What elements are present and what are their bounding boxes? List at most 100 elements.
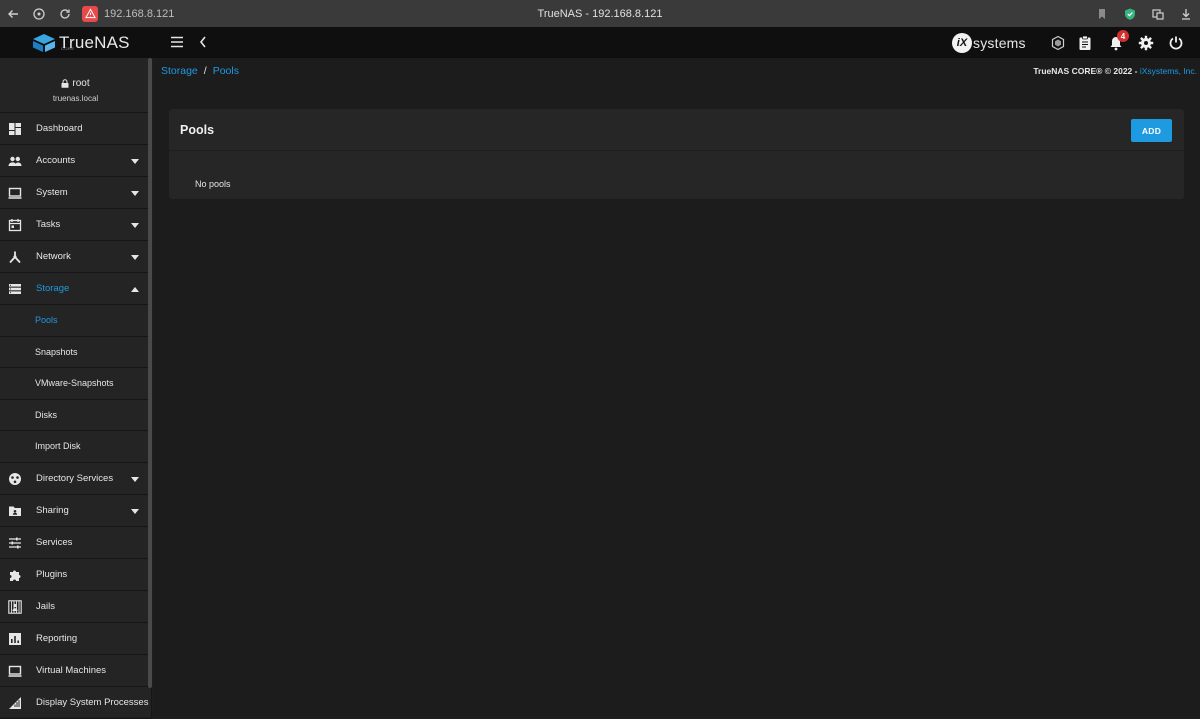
caret-down-icon bbox=[131, 191, 139, 196]
logo-subtitle: CORE bbox=[61, 46, 75, 51]
menu-icon[interactable] bbox=[170, 36, 184, 48]
copyright-text: TrueNAS CORE® © 2022 - bbox=[1033, 66, 1140, 76]
sidebar-item-label: System bbox=[36, 187, 68, 198]
sidebar-item-sharing[interactable]: Sharing bbox=[0, 495, 151, 527]
reload-icon[interactable] bbox=[52, 0, 78, 27]
power-icon[interactable] bbox=[1168, 35, 1184, 51]
empty-state-text: No pools bbox=[195, 179, 231, 189]
sidebar-item-dashboard[interactable]: Dashboard bbox=[0, 113, 151, 145]
ixsystems-logo[interactable]: iX systems bbox=[952, 33, 1026, 53]
app-topbar: TrueNAS CORE iX systems bbox=[0, 27, 1200, 58]
sidebar-item-accounts[interactable]: Accounts bbox=[0, 145, 151, 177]
jail-icon bbox=[8, 599, 22, 614]
sidebar-item-label: Directory Services bbox=[36, 472, 114, 484]
laptop-icon bbox=[8, 665, 22, 677]
tune-icon bbox=[9, 537, 21, 548]
main-content: Storage / Pools TrueNAS CORE® © 2022 - i… bbox=[153, 58, 1200, 717]
notification-badge: 4 bbox=[1117, 30, 1129, 42]
sidebar-item-tasks[interactable]: Tasks bbox=[0, 209, 151, 241]
back-arrow-icon[interactable] bbox=[0, 0, 26, 27]
sidebar-item-label: Jails bbox=[36, 600, 56, 612]
processes-icon bbox=[9, 696, 21, 709]
dashboard-icon bbox=[9, 123, 21, 135]
subitem-label: Snapshots bbox=[35, 346, 78, 357]
subitem-label: Pools bbox=[35, 315, 58, 325]
sidebar: root truenas.local Dashboard Accounts Sy… bbox=[0, 58, 152, 719]
folder-share-icon bbox=[9, 506, 21, 516]
sidebar-item-network[interactable]: Network bbox=[0, 241, 151, 273]
sidebar-item-virtual-machines[interactable]: Virtual Machines bbox=[0, 655, 151, 687]
browser-right-controls bbox=[1088, 0, 1200, 27]
sidebar-scrollbar[interactable] bbox=[148, 58, 152, 688]
sidebar-item-services[interactable]: Services bbox=[0, 527, 151, 559]
computer-icon bbox=[8, 187, 22, 199]
caret-down-icon bbox=[131, 223, 139, 228]
bar-chart-icon bbox=[9, 632, 21, 645]
sidebar-subitem-snapshots[interactable]: Snapshots bbox=[0, 337, 151, 368]
sidebar-item-reporting[interactable]: Reporting bbox=[0, 623, 151, 655]
bookmark-icon[interactable] bbox=[1088, 0, 1116, 27]
breadcrumb-storage[interactable]: Storage bbox=[161, 65, 198, 77]
sidebar-item-system[interactable]: System bbox=[0, 177, 151, 209]
subitem-label: Import Disk bbox=[35, 441, 81, 451]
sidebar-item-label: Dashboard bbox=[36, 123, 83, 134]
storage-icon bbox=[9, 284, 21, 294]
caret-down-icon bbox=[131, 508, 139, 514]
download-icon[interactable] bbox=[1172, 0, 1200, 27]
sidebar-item-label: Display System Processes bbox=[36, 696, 149, 708]
truenas-logo-icon bbox=[33, 34, 55, 52]
add-pool-button[interactable]: ADD bbox=[1131, 119, 1172, 142]
hostname: truenas.local bbox=[52, 94, 99, 103]
user-info: root truenas.local bbox=[0, 58, 151, 113]
subitem-label: Disks bbox=[35, 409, 57, 420]
user-name-row: root bbox=[0, 78, 151, 89]
sidebar-item-storage[interactable]: Storage bbox=[0, 273, 151, 305]
sidebar-subitem-pools[interactable]: Pools bbox=[0, 305, 151, 337]
ix-mark: iX bbox=[952, 33, 972, 53]
not-secure-warning-icon[interactable] bbox=[82, 5, 98, 22]
sidebar-item-label: Sharing bbox=[36, 504, 69, 516]
sidebar-item-label: Accounts bbox=[36, 155, 76, 166]
sidebar-item-label: Network bbox=[36, 251, 71, 262]
sidebar-item-label: Tasks bbox=[36, 219, 61, 230]
pools-card-header: Pools ADD bbox=[169, 109, 1184, 151]
puzzle-icon bbox=[10, 570, 21, 581]
sidebar-item-directory-services[interactable]: Directory Services bbox=[0, 463, 151, 495]
sidebar-item-plugins[interactable]: Plugins bbox=[0, 559, 151, 591]
username: root bbox=[72, 78, 90, 89]
sidebar-subitem-disks[interactable]: Disks bbox=[0, 400, 151, 431]
truecommand-icon[interactable] bbox=[1050, 35, 1066, 51]
lock-icon bbox=[61, 79, 69, 88]
clipboard-icon[interactable] bbox=[1077, 35, 1093, 51]
chevron-left-icon[interactable] bbox=[198, 35, 208, 49]
vpn-shield-icon[interactable] bbox=[1116, 0, 1144, 27]
browser-toolbar: 192.168.8.121 bbox=[0, 0, 1200, 27]
calendar-icon bbox=[8, 219, 22, 232]
extensions-icon[interactable] bbox=[1144, 0, 1172, 27]
breadcrumb-pools[interactable]: Pools bbox=[213, 65, 239, 77]
gear-icon[interactable] bbox=[1138, 35, 1154, 51]
subitem-label: VMware-Snapshots bbox=[35, 378, 114, 388]
sidebar-item-jails[interactable]: Jails bbox=[0, 591, 151, 623]
sidebar-item-display-system-processes[interactable]: Display System Processes bbox=[0, 687, 151, 719]
sidebar-item-label: Virtual Machines bbox=[36, 664, 107, 676]
ix-text: systems bbox=[973, 35, 1026, 51]
ixsystems-link[interactable]: iXsystems, Inc. bbox=[1140, 66, 1197, 76]
pools-card: Pools ADD No pools bbox=[169, 109, 1184, 199]
sidebar-item-label: Plugins bbox=[36, 568, 68, 580]
sidebar-subitem-vmware-snapshots[interactable]: VMware-Snapshots bbox=[0, 368, 151, 400]
sidebar-item-label: Services bbox=[36, 536, 73, 548]
copyright: TrueNAS CORE® © 2022 - iXsystems, Inc. bbox=[1033, 66, 1197, 76]
sidebar-subitem-import-disk[interactable]: Import Disk bbox=[0, 431, 151, 463]
address-bar[interactable]: 192.168.8.121 bbox=[104, 8, 174, 20]
sidebar-item-label: Storage bbox=[36, 283, 70, 294]
pools-title: Pools bbox=[180, 123, 215, 137]
brave-shield-icon[interactable] bbox=[26, 0, 52, 27]
breadcrumb-separator: / bbox=[203, 65, 207, 77]
caret-down-icon bbox=[131, 255, 139, 260]
truenas-logo[interactable]: TrueNAS bbox=[32, 31, 130, 55]
directory-icon bbox=[9, 472, 21, 485]
caret-down-icon bbox=[131, 159, 139, 164]
breadcrumb: Storage / Pools bbox=[161, 65, 239, 77]
caret-down-icon bbox=[131, 476, 139, 482]
